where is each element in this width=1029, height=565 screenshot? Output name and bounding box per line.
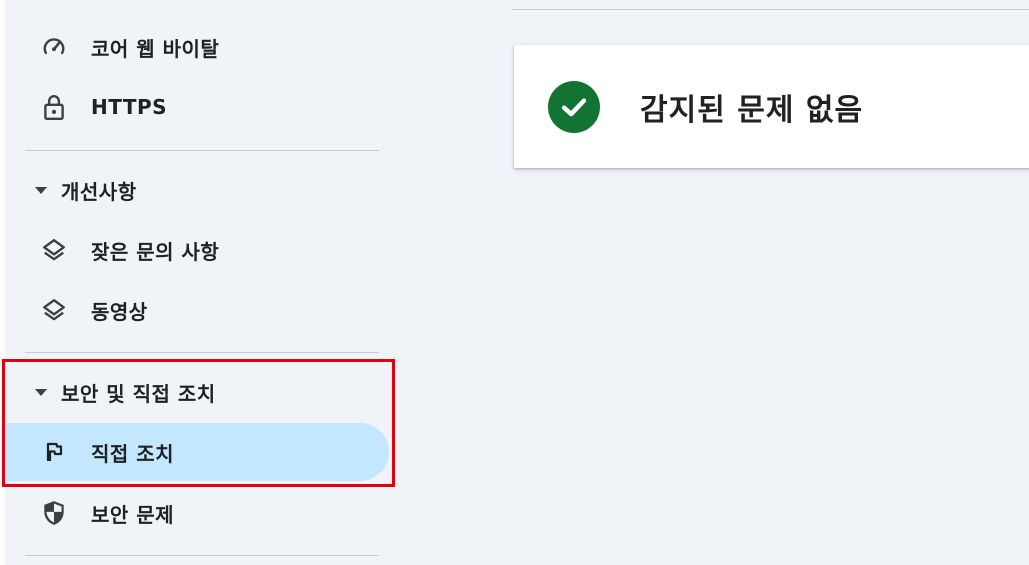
- shield-icon: [39, 498, 69, 528]
- section-title: 개선사항: [61, 179, 137, 204]
- flag-icon: [39, 437, 69, 467]
- sidebar-item-label: 직접 조치: [91, 441, 175, 466]
- sidebar-item-security-issues[interactable]: 보안 문제: [5, 484, 395, 542]
- caret-down-icon: [35, 186, 47, 194]
- sidebar-item-label: 코어 웹 바이탈: [91, 36, 220, 61]
- page: 코어 웹 바이탈 HTTPS 개선사항 잦은 문의 사항 동영상 보안 및 직접…: [0, 0, 1029, 565]
- sidebar-divider: [25, 150, 379, 151]
- sidebar-item-label: HTTPS: [91, 95, 168, 119]
- main-content: 감지된 문제 없음: [406, 0, 1029, 565]
- sidebar-item-video[interactable]: 동영상: [5, 281, 395, 339]
- lock-icon: [39, 92, 69, 122]
- sidebar-item-manual-actions[interactable]: 직접 조치: [5, 423, 389, 481]
- section-header-enhancements[interactable]: 개선사항: [5, 161, 395, 219]
- caret-down-icon: [35, 388, 47, 396]
- check-circle-icon: [548, 80, 600, 133]
- top-divider: [512, 9, 1029, 10]
- sidebar-divider: [25, 555, 379, 556]
- layers-icon: [39, 235, 69, 265]
- sidebar-divider: [25, 352, 379, 353]
- sidebar-item-label: 보안 문제: [91, 502, 175, 527]
- speedometer-icon: [39, 32, 69, 62]
- section-title: 보안 및 직접 조치: [61, 381, 216, 406]
- sidebar-item-faq[interactable]: 잦은 문의 사항: [5, 221, 395, 279]
- sidebar-item-label: 잦은 문의 사항: [91, 239, 220, 264]
- section-header-security[interactable]: 보안 및 직접 조치: [5, 363, 395, 421]
- status-card: 감지된 문제 없음: [514, 45, 1029, 168]
- layers-icon: [39, 295, 69, 325]
- sidebar-item-https[interactable]: HTTPS: [5, 78, 395, 136]
- sidebar-item-core-web-vitals[interactable]: 코어 웹 바이탈: [5, 18, 395, 76]
- sidebar-item-label: 동영상: [91, 299, 148, 324]
- status-title: 감지된 문제 없음: [640, 92, 864, 128]
- sidebar: 코어 웹 바이탈 HTTPS 개선사항 잦은 문의 사항 동영상 보안 및 직접…: [5, 0, 406, 565]
